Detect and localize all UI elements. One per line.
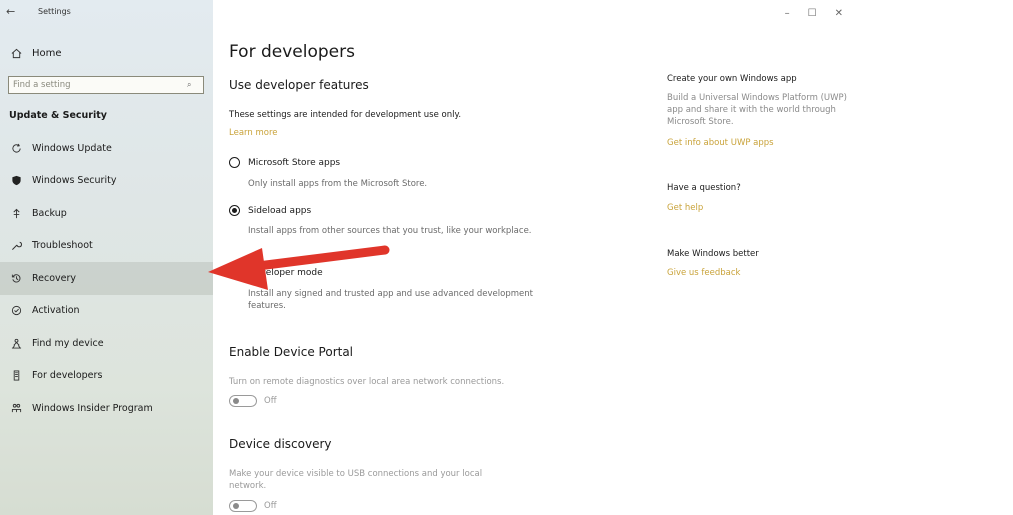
get-help-link[interactable]: Get help <box>667 203 703 213</box>
question-heading: Have a question? <box>667 183 741 193</box>
sidebar-item-find-my-device[interactable]: Find my device <box>0 327 213 360</box>
main-content: For developers Use developer features Th… <box>213 0 653 515</box>
sidebar-item-label: Recovery <box>32 272 77 284</box>
feedback-heading: Make Windows better <box>667 249 759 259</box>
nav-list: Windows Update Windows Security Backup T… <box>0 132 213 425</box>
sidebar-item-backup[interactable]: Backup <box>0 197 213 230</box>
device-portal-toggle[interactable]: Off <box>229 395 277 407</box>
radio-sideload-apps[interactable]: Sideload apps <box>229 205 311 216</box>
sidebar-item-troubleshoot[interactable]: Troubleshoot <box>0 230 213 263</box>
sidebar: ← Settings Home ⌕ Update & Security Wind… <box>0 0 213 515</box>
sidebar-item-label: Find my device <box>32 337 104 349</box>
device-discovery-description: Make your device visible to USB connecti… <box>229 469 483 491</box>
toggle-state: Off <box>264 501 277 511</box>
minimize-button[interactable]: – <box>785 8 790 19</box>
device-discovery-toggle[interactable]: Off <box>229 500 277 512</box>
shield-icon <box>9 174 23 188</box>
radio-label: Microsoft Store apps <box>248 157 341 168</box>
sidebar-item-for-developers[interactable]: For developers <box>0 360 213 393</box>
toggle-switch[interactable] <box>229 500 257 512</box>
radio-circle-selected[interactable] <box>229 205 240 216</box>
sidebar-item-label: For developers <box>32 370 103 382</box>
section-label: Update & Security <box>9 110 107 121</box>
recovery-icon <box>9 271 23 285</box>
radio-developer-mode[interactable]: Developer mode <box>229 267 323 278</box>
settings-window: ← Settings Home ⌕ Update & Security Wind… <box>0 0 1013 515</box>
maximize-button[interactable]: ☐ <box>808 8 817 19</box>
sidebar-item-windows-update[interactable]: Windows Update <box>0 132 213 165</box>
toggle-switch[interactable] <box>229 395 257 407</box>
home-icon <box>9 46 23 60</box>
learn-more-link[interactable]: Learn more <box>229 128 277 138</box>
sidebar-item-label: Troubleshoot <box>32 240 93 252</box>
developer-tools-icon <box>9 369 23 383</box>
insider-icon <box>9 401 23 415</box>
radio-circle[interactable] <box>229 267 240 278</box>
radio-circle[interactable] <box>229 157 240 168</box>
sidebar-item-activation[interactable]: Activation <box>0 295 213 328</box>
sidebar-item-windows-security[interactable]: Windows Security <box>0 165 213 198</box>
window-controls: – ☐ ✕ <box>785 8 843 19</box>
section-heading-device-discovery: Device discovery <box>229 437 332 451</box>
sidebar-item-windows-insider-program[interactable]: Windows Insider Program <box>0 392 213 425</box>
page-title: For developers <box>229 42 355 62</box>
app-title: Settings <box>38 6 71 16</box>
sidebar-item-label: Backup <box>32 207 67 219</box>
radio-label: Developer mode <box>248 267 323 278</box>
section-heading-developer-features: Use developer features <box>229 78 369 92</box>
refresh-icon <box>9 141 23 155</box>
uwp-info-link[interactable]: Get info about UWP apps <box>667 138 774 148</box>
sidebar-item-home[interactable]: Home <box>0 40 213 66</box>
option-description: Only install apps from the Microsoft Sto… <box>248 179 428 189</box>
check-circle-icon <box>9 304 23 318</box>
search-icon[interactable]: ⌕ <box>187 80 191 90</box>
toggle-knob <box>233 398 239 404</box>
backup-icon <box>9 206 23 220</box>
title-bar: ← Settings <box>0 0 213 22</box>
create-app-text: Build a Universal Windows Platform (UWP)… <box>667 93 847 127</box>
radio-dot <box>232 208 237 213</box>
section-heading-device-portal: Enable Device Portal <box>229 345 354 359</box>
close-button[interactable]: ✕ <box>835 8 843 19</box>
feedback-link[interactable]: Give us feedback <box>667 268 740 278</box>
sidebar-item-label: Windows Insider Program <box>32 402 153 414</box>
option-description: Install apps from other sources that you… <box>248 226 532 236</box>
sidebar-item-label: Activation <box>32 305 80 317</box>
sidebar-item-recovery[interactable]: Recovery <box>0 262 213 295</box>
person-pin-icon <box>9 336 23 350</box>
device-portal-description: Turn on remote diagnostics over local ar… <box>229 377 505 387</box>
intro-text: These settings are intended for developm… <box>229 110 462 120</box>
related-pane: Create your own Windows app Build a Univ… <box>667 0 867 515</box>
radio-label: Sideload apps <box>248 205 312 216</box>
radio-microsoft-store-apps[interactable]: Microsoft Store apps <box>229 157 340 168</box>
toggle-state: Off <box>264 396 277 406</box>
toggle-knob <box>233 503 239 509</box>
sidebar-item-label: Windows Update <box>32 142 112 154</box>
create-app-heading: Create your own Windows app <box>667 74 797 84</box>
option-description: Install any signed and trusted app and u… <box>248 289 533 311</box>
back-arrow-icon[interactable]: ← <box>6 5 24 18</box>
sidebar-item-label: Windows Security <box>32 175 117 187</box>
search-input[interactable] <box>9 79 187 91</box>
search-box[interactable]: ⌕ <box>8 76 204 94</box>
home-label: Home <box>32 47 62 59</box>
wrench-icon <box>9 239 23 253</box>
